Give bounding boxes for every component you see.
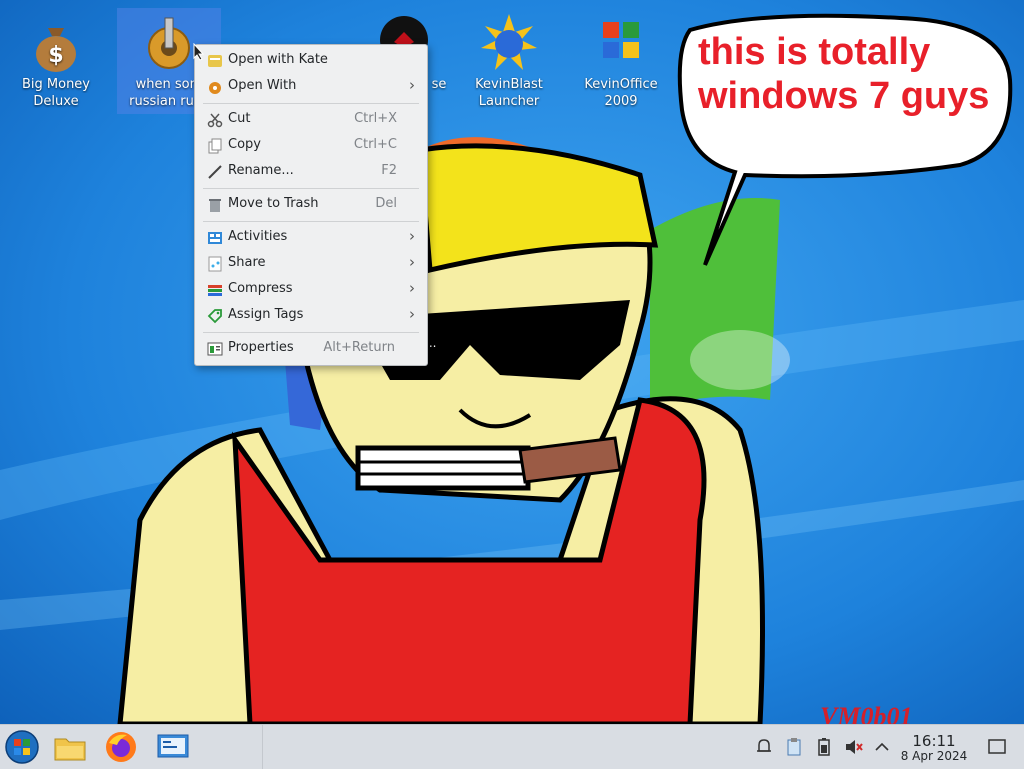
- chevron-right-icon: ›: [409, 227, 415, 245]
- desktop-icon-big-money-deluxe[interactable]: $ Big Money Deluxe: [4, 8, 108, 114]
- menu-item-label: Properties: [228, 340, 294, 355]
- chevron-right-icon: ›: [409, 253, 415, 271]
- rename-icon: [208, 165, 222, 179]
- menu-separator: [203, 103, 419, 104]
- taskbar-firefox[interactable]: [103, 729, 139, 765]
- gear-icon: [148, 17, 190, 69]
- menu-item-label: Open With: [228, 78, 297, 93]
- svg-text:$: $: [48, 43, 63, 68]
- taskbar-file-manager[interactable]: [52, 729, 88, 765]
- taskbar: 16:11 8 Apr 2024: [0, 724, 1024, 769]
- menu-item-label: Share: [228, 255, 266, 270]
- menu-item-share[interactable]: Share ›: [199, 251, 423, 277]
- kate-icon: [208, 55, 222, 67]
- menu-item-rename[interactable]: Rename... F2: [199, 159, 423, 185]
- share-icon: [208, 256, 222, 272]
- trash-icon: [209, 199, 221, 212]
- compress-icon: [208, 285, 222, 296]
- menu-item-properties[interactable]: Properties Alt+Return: [199, 336, 423, 362]
- tag-icon: [207, 309, 222, 324]
- volume-button[interactable]: [844, 737, 864, 757]
- volume-muted-icon: [846, 740, 863, 754]
- desktop-icon-label-line-2: Deluxe: [33, 94, 79, 109]
- menu-item-assign-tags[interactable]: Assign Tags ›: [199, 303, 423, 329]
- desktop-icon-label-line-2: Launcher: [478, 94, 540, 109]
- menu-separator: [203, 221, 419, 222]
- menu-item-compress[interactable]: Compress ›: [199, 277, 423, 303]
- menu-item-cut[interactable]: Cut Ctrl+X: [199, 107, 423, 133]
- desktop-icon-label-line-1: Big Money: [21, 77, 90, 92]
- battery-button[interactable]: [814, 737, 834, 757]
- office-icon: [603, 22, 639, 58]
- scissors-icon: [207, 113, 223, 128]
- show-desktop-button[interactable]: [986, 737, 1008, 757]
- file-manager-icon: [54, 738, 86, 761]
- menu-item-shortcut: Alt+Return: [323, 340, 395, 355]
- menu-item-label: Cut: [228, 111, 251, 126]
- chevron-right-icon: ›: [409, 305, 415, 323]
- taskbar-system-settings[interactable]: [155, 729, 191, 765]
- clock-date: 8 Apr 2024: [900, 749, 968, 763]
- menu-separator: [203, 188, 419, 189]
- menu-item-shortcut: Del: [375, 196, 397, 211]
- menu-item-activities[interactable]: Activities ›: [199, 225, 423, 251]
- speech-bubble-line-2: windows 7 guys: [698, 75, 990, 117]
- context-menu: Open with Kate Open With › Cut Ctrl+X Co…: [194, 44, 428, 366]
- properties-icon: [207, 342, 223, 356]
- activities-icon: [208, 232, 222, 244]
- menu-item-open-with[interactable]: Open With ›: [199, 74, 423, 100]
- desktop-icon-kevinoffice-2009[interactable]: KevinOffice 2009: [569, 8, 673, 114]
- taskbar-divider: [262, 725, 263, 769]
- menu-item-shortcut: F2: [381, 163, 397, 178]
- notifications-icon: [757, 739, 771, 752]
- clock-time: 16:11: [912, 732, 956, 750]
- menu-item-label: Assign Tags: [228, 307, 304, 322]
- firefox-icon: [106, 732, 136, 762]
- menu-item-open-with-kate[interactable]: Open with Kate: [199, 48, 423, 74]
- speech-bubble-line-1: this is totally: [698, 31, 931, 73]
- desktop-icon-label-line-1: KevinOffice: [584, 77, 658, 92]
- menu-item-shortcut: Ctrl+X: [354, 111, 397, 126]
- chevron-up-icon: [875, 742, 889, 751]
- start-orb-icon: [5, 730, 39, 764]
- clipboard-button[interactable]: [784, 737, 804, 757]
- menu-item-move-to-trash[interactable]: Move to Trash Del: [199, 192, 423, 218]
- show-desktop-icon: [988, 739, 1006, 754]
- menu-item-label: Move to Trash: [228, 196, 319, 211]
- show-hidden-tray-button[interactable]: [872, 737, 892, 757]
- chevron-right-icon: ›: [409, 279, 415, 297]
- mouse-cursor-icon: [193, 43, 205, 61]
- clipboard-icon: [787, 738, 801, 756]
- copy-icon: [208, 138, 222, 154]
- desktop-icon-label-line-1: KevinBlast: [475, 77, 543, 92]
- kevinblast-icon: [481, 14, 537, 70]
- menu-item-label: Compress: [228, 281, 293, 296]
- menu-item-shortcut: Ctrl+C: [353, 137, 397, 152]
- menu-item-copy[interactable]: Copy Ctrl+C: [199, 133, 423, 159]
- system-settings-icon: [157, 734, 189, 758]
- speech-bubble-text: this is totally windows 7 guys: [698, 30, 998, 118]
- menu-item-label: Activities: [228, 229, 288, 244]
- desktop-icon-label-line-2: 2009: [604, 94, 638, 109]
- menu-item-label: Rename...: [228, 163, 294, 178]
- menu-item-label: Copy: [228, 137, 261, 152]
- menu-item-label: Open with Kate: [228, 52, 328, 67]
- open-with-icon: [209, 82, 221, 94]
- start-button[interactable]: [4, 729, 40, 765]
- menu-separator: [203, 332, 419, 333]
- money-bag-icon: $: [36, 28, 76, 72]
- notifications-button[interactable]: [754, 737, 774, 757]
- chevron-right-icon: ›: [409, 76, 415, 94]
- desktop-icon-kevinblast-launcher[interactable]: KevinBlast Launcher: [457, 8, 561, 114]
- battery-icon: [818, 738, 830, 756]
